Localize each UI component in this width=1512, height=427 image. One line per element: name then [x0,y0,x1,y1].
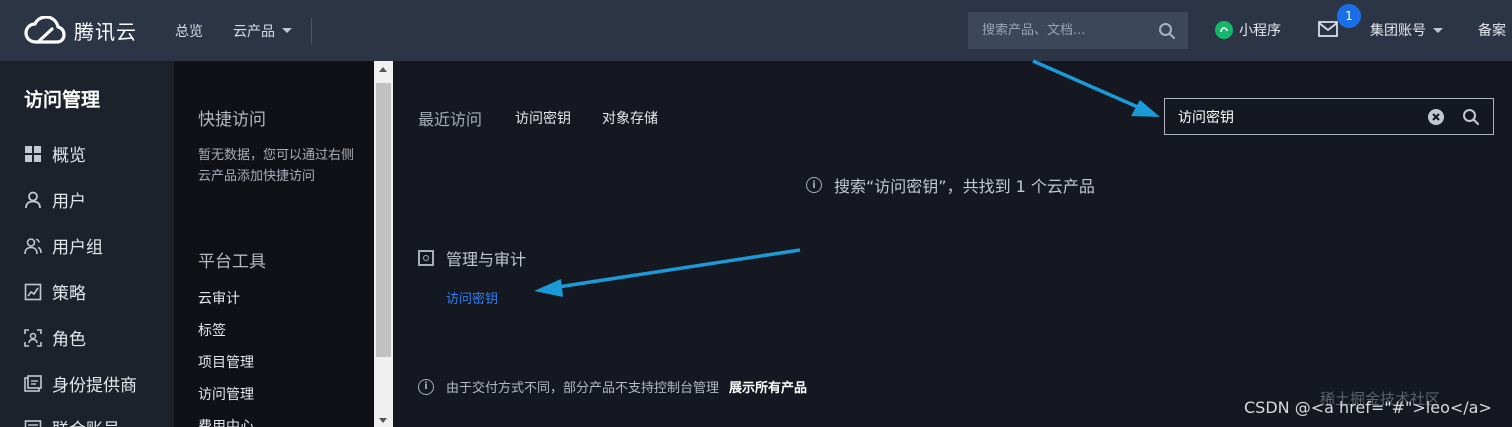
nav-products[interactable]: 云产品 [233,21,292,41]
sidebar-item-identity-providers[interactable]: 身份提供商 [24,371,137,396]
chevron-down-icon [1433,27,1443,33]
beian-link[interactable]: 备案 [1478,20,1506,40]
quick-access-panel: 快捷访问 暂无数据，您可以通过右侧云产品添加快捷访问 平台工具 云审计 标签 项… [174,61,374,427]
info-icon: i [418,378,434,395]
annotation-arrow-to-result [557,248,801,289]
clear-icon[interactable] [1427,108,1445,126]
recent-item-object-storage[interactable]: 对象存储 [602,108,658,128]
sidebar-item-label: 用户组 [52,238,103,258]
result-category-title: 管理与审计 [446,250,527,269]
info-icon: i [806,177,822,193]
annotation-arrow-to-search [1032,59,1141,110]
grid-icon [24,145,42,163]
quick-panel-scrollbar[interactable] [374,61,393,427]
miniapp-icon [1215,21,1233,39]
category-search-icon [418,250,434,266]
nav-products-label: 云产品 [233,23,275,40]
search-icon[interactable] [1158,22,1176,40]
sidebar-item-label: 策略 [52,284,86,304]
nav-divider [311,17,312,44]
sidebar-item-label: 用户 [52,192,86,212]
tool-link-project-management[interactable]: 项目管理 [198,352,254,372]
annotation-arrowhead-search [1131,100,1160,117]
scroll-down-arrow-icon[interactable] [379,418,387,423]
account-label: 集团账号 [1370,23,1426,39]
recent-access-label: 最近访问 [418,110,483,129]
sidebar-item-federated-accounts[interactable]: 联合账号 [24,415,120,427]
tool-link-billing-center[interactable]: 费用中心 [198,416,254,427]
search-result-summary-text: 搜索“访问密钥”，共找到 1 个云产品 [834,177,1095,196]
sidebar-item-user-groups[interactable]: 用户组 [24,233,103,258]
platform-tools-title: 平台工具 [198,252,266,272]
cloud-logo-icon [24,15,66,44]
sidebar-item-policies[interactable]: 策略 [24,279,86,304]
policy-icon [24,283,42,301]
sidebar-item-label: 概览 [52,146,86,166]
scrollbar-thumb[interactable] [376,83,391,357]
role-icon [24,328,42,347]
federated-account-icon [24,419,42,427]
show-all-products-link[interactable]: 展示所有产品 [729,377,807,396]
sidebar: 访问管理 概览 用户 用户组 策略 角色 身份提供商 [0,61,174,427]
identity-provider-icon [24,374,42,393]
global-search-input[interactable] [968,23,1148,38]
brand-name: 腾讯云 [74,20,137,44]
tool-link-cloud-audit[interactable]: 云审计 [198,288,240,308]
tool-link-tags[interactable]: 标签 [198,320,226,340]
chevron-down-icon [282,28,292,33]
miniapp-button[interactable]: 小程序 [1215,20,1281,40]
miniapp-label: 小程序 [1239,23,1281,39]
sidebar-item-label: 身份提供商 [52,376,137,396]
account-menu[interactable]: 集团账号 [1370,20,1443,40]
recent-item-access-keys[interactable]: 访问密钥 [515,108,571,128]
product-search-box[interactable] [1164,98,1494,135]
sidebar-item-overview[interactable]: 概览 [24,141,86,166]
quick-access-title: 快捷访问 [198,110,266,130]
sidebar-item-label: 角色 [52,330,86,350]
mail-icon[interactable] [1318,21,1338,37]
quick-access-empty-text: 暂无数据，您可以通过右侧云产品添加快捷访问 [198,148,355,184]
scroll-up-arrow-icon[interactable] [379,67,387,72]
sidebar-title: 访问管理 [24,89,101,111]
search-result-summary: i 搜索“访问密钥”，共找到 1 个云产品 [806,173,1095,197]
sidebar-item-roles[interactable]: 角色 [24,325,86,350]
product-search-input[interactable] [1165,108,1415,125]
tool-link-access-management[interactable]: 访问管理 [198,384,254,404]
user-icon [24,191,42,209]
result-category: 管理与审计 [418,246,526,270]
global-search-box[interactable] [968,12,1188,49]
csdn-watermark: CSDN @<a href="#">leo</a> [1244,398,1492,417]
footnote-text: 由于交付方式不同，部分产品不支持控制台管理 [446,381,720,396]
nav-overview[interactable]: 总览 [175,21,203,41]
top-navigation-bar: 腾讯云 总览 云产品 [0,0,1512,61]
mail-badge: 1 [1337,4,1361,28]
brand-logo[interactable]: 腾讯云 [24,0,137,61]
sidebar-item-users[interactable]: 用户 [24,187,86,212]
annotation-arrowhead-result [534,279,563,297]
user-group-icon [24,237,42,255]
result-link-access-keys[interactable]: 访问密钥 [446,288,498,307]
delivery-footnote: i 由于交付方式不同，部分产品不支持控制台管理 展示所有产品 [418,377,807,396]
search-icon[interactable] [1462,108,1480,126]
sidebar-item-label: 联合账号 [52,415,120,427]
